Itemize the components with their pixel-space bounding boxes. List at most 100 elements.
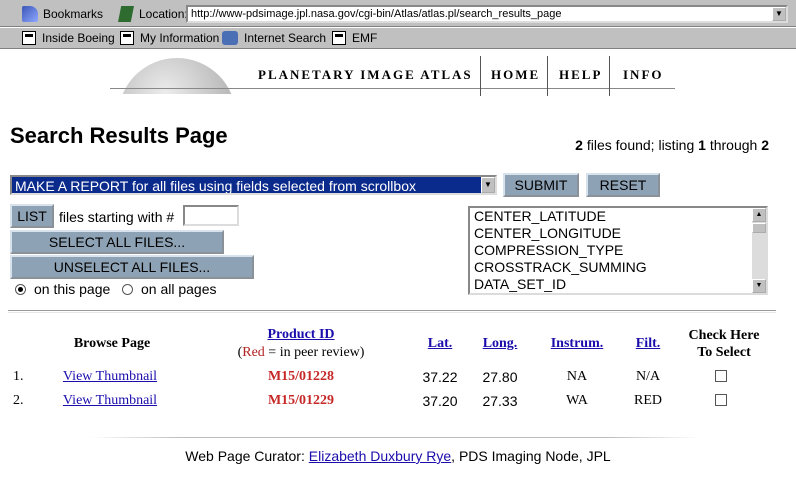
url-text: http://www-pdsimage.jpl.nasa.gov/cgi-bin… [191, 8, 562, 20]
row-index: 2. [13, 393, 24, 408]
location-toolbar: Bookmarks Location: http://www-pdsimage.… [0, 0, 796, 27]
filter-value: N/A [635, 369, 661, 384]
link-my-information[interactable]: My Information [120, 31, 219, 45]
link-emf-label: EMF [352, 31, 378, 45]
row-index: 1. [13, 369, 24, 384]
scroll-down-icon[interactable]: ▼ [752, 279, 766, 293]
curator-link[interactable]: Elizabeth Duxbury Rye [309, 448, 451, 464]
field-option[interactable]: CROSSTRACK_SUMMING [470, 259, 766, 276]
header-browse-page: Browse Page [73, 336, 151, 351]
document-icon [332, 31, 346, 45]
nav-home[interactable]: HOME [491, 67, 540, 83]
link-emf[interactable]: EMF [332, 31, 377, 45]
link-internet-search-label: Internet Search [244, 31, 327, 45]
view-thumbnail-link[interactable]: View Thumbnail [63, 393, 157, 408]
scroll-thumb[interactable] [752, 223, 766, 233]
field-option[interactable]: CENTER_LONGITUDE [470, 225, 766, 242]
long-sort-link[interactable]: Long. [483, 336, 518, 351]
table-row-2-browse: View Thumbnail [52, 393, 168, 409]
location-icon [118, 6, 134, 22]
longitude-value: 27.33 [482, 393, 518, 409]
header-lat: Lat. [414, 336, 466, 352]
list-button[interactable]: LIST [10, 204, 54, 228]
submit-button[interactable]: SUBMIT [503, 173, 579, 197]
footer-divider [90, 437, 700, 438]
footer-prefix: Web Page Curator: [185, 448, 309, 464]
field-option[interactable]: CENTER_LATITUDE [470, 208, 766, 225]
bookmarks-button[interactable]: Bookmarks [22, 6, 103, 22]
header-filt: Filt. [624, 336, 672, 352]
select-checkbox[interactable] [715, 370, 727, 382]
scrollbar[interactable]: ▲ ▼ [752, 208, 766, 293]
longitude-value: 27.80 [482, 369, 518, 385]
header-instrum: Instrum. [540, 336, 614, 352]
atlas-title: PLANETARY IMAGE ATLAS [258, 67, 473, 82]
radio-unselected-icon[interactable] [122, 283, 133, 295]
bookmarks-icon [22, 6, 38, 22]
select-checkbox[interactable] [715, 394, 727, 406]
instrument-value: NA [566, 369, 588, 384]
link-internet-search[interactable]: Internet Search [222, 31, 326, 45]
fields-scrollbox[interactable]: CENTER_LATITUDE CENTER_LONGITUDE COMPRES… [468, 206, 768, 295]
link-inside-boeing[interactable]: Inside Boeing [22, 31, 115, 45]
document-icon [22, 31, 36, 45]
select-all-files-button[interactable]: SELECT ALL FILES... [10, 230, 224, 254]
filt-sort-link[interactable]: Filt. [636, 336, 661, 351]
product-id: M15/01229 [267, 393, 335, 408]
personal-toolbar: Inside Boeing My Information Internet Se… [0, 27, 796, 49]
instrument-value: WA [566, 393, 588, 408]
peer-red-word: Red [242, 345, 265, 360]
scroll-up-icon[interactable]: ▲ [752, 208, 766, 222]
field-option[interactable]: COMPRESSION_TYPE [470, 242, 766, 259]
nav-help[interactable]: HELP [559, 67, 602, 83]
reset-button[interactable]: RESET [586, 173, 660, 197]
location-label-group: Location: [118, 6, 188, 22]
nav-separator [480, 56, 481, 96]
url-field[interactable]: http://www-pdsimage.jpl.nasa.gov/cgi-bin… [186, 5, 788, 23]
nav-info[interactable]: INFO [623, 67, 664, 83]
footer: Web Page Curator: Elizabeth Duxbury Rye,… [0, 448, 796, 464]
document-icon [120, 31, 134, 45]
lat-sort-link[interactable]: Lat. [428, 336, 453, 351]
bookmarks-label: Bookmarks [43, 7, 104, 21]
field-option[interactable]: DATA_SET_ID [470, 276, 766, 293]
radio-all-pages-label: on all pages [141, 281, 217, 297]
page-title: Search Results Page [10, 123, 228, 148]
found-text: files found; listing [582, 137, 699, 153]
peer-review-note: (Red = in peer review) [229, 345, 373, 361]
view-thumbnail-link[interactable]: View Thumbnail [63, 369, 157, 384]
radio-all-pages[interactable]: on all pages [122, 281, 217, 297]
filter-value: RED [634, 393, 662, 408]
report-action-select[interactable]: MAKE A REPORT for all files using fields… [10, 175, 497, 195]
nav-separator [609, 56, 610, 96]
files-starting-label: files starting with # [59, 209, 175, 225]
search-globe-icon [222, 31, 238, 45]
header-long: Long. [474, 336, 526, 352]
chevron-down-icon[interactable]: ▼ [481, 177, 495, 193]
link-inside-boeing-label: Inside Boeing [42, 31, 115, 45]
start-file-number-input[interactable] [183, 205, 239, 226]
table-row-1-browse: View Thumbnail [52, 369, 168, 385]
nav-separator [547, 56, 548, 96]
peer-rest: = in peer review) [264, 345, 365, 360]
latitude-value: 37.20 [422, 393, 458, 409]
latitude-value: 37.22 [422, 369, 458, 385]
link-my-information-label: My Information [140, 31, 220, 45]
report-action-value: MAKE A REPORT for all files using fields… [15, 178, 416, 194]
results-count: 2 files found; listing 1 through 2 [575, 137, 769, 153]
range-to: 2 [761, 137, 769, 153]
product-id-sort-link[interactable]: Product ID [267, 327, 334, 342]
section-divider [8, 310, 776, 313]
check-line2: To Select [697, 345, 751, 360]
check-line1: Check Here [688, 328, 760, 343]
range-from: 1 [698, 137, 706, 153]
footer-suffix: , PDS Imaging Node, JPL [451, 448, 611, 464]
through-text: through [705, 137, 762, 153]
found-count: 2 [575, 137, 583, 153]
instrum-sort-link[interactable]: Instrum. [551, 336, 604, 351]
radio-this-page[interactable]: on this page [15, 281, 110, 297]
product-id: M15/01228 [267, 369, 335, 384]
radio-selected-icon[interactable] [15, 283, 26, 295]
unselect-all-files-button[interactable]: UNSELECT ALL FILES... [10, 255, 254, 279]
url-dropdown-icon[interactable]: ▼ [772, 7, 786, 21]
